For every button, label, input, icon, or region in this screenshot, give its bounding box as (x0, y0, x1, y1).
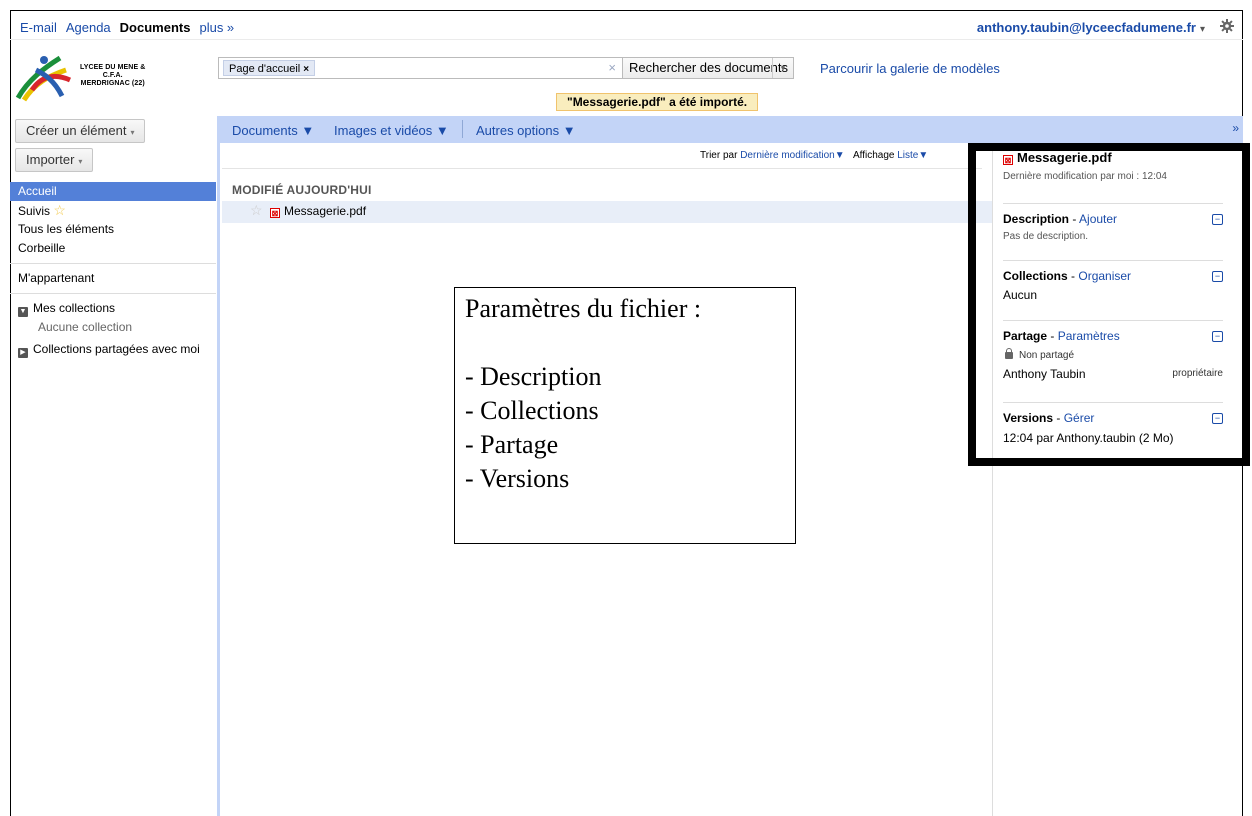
list-divider (222, 168, 982, 169)
table-row[interactable]: ☆ ⊠ Messagerie.pdf (222, 201, 992, 223)
school-logo: LYCEE DU MENE & C.F.A. MERDRIGNAC (22) (14, 50, 184, 104)
logo-text: LYCEE DU MENE & C.F.A. MERDRIGNAC (22) (80, 64, 146, 87)
create-button[interactable]: Créer un élément ▾ (15, 119, 146, 143)
search-filter-chip[interactable]: Page d'accueil × (223, 60, 316, 76)
search-input[interactable]: Page d'accueil × × (218, 57, 623, 79)
pdf-icon: ⊠ (270, 208, 280, 218)
nav-email-link[interactable]: E-mail (20, 20, 57, 35)
sort-by-dropdown[interactable]: Dernière modification▼ (740, 150, 844, 161)
nav-more-link[interactable]: plus » (199, 20, 234, 35)
sidebar-item-shared-collections[interactable]: ▶ Collections partagées avec moi (10, 340, 216, 359)
sidebar-item-trash[interactable]: Corbeille (10, 239, 216, 258)
chevron-down-icon: ▾ (130, 128, 135, 137)
sidebar-divider-bar (217, 116, 220, 816)
sort-bar: Trier par Dernière modification▼ Afficha… (700, 150, 929, 161)
sidebar-item-my-collections[interactable]: ▼ Mes collections (10, 299, 216, 318)
sidebar-nav: Accueil Suivis ☆ Tous les éléments Corbe… (10, 182, 216, 359)
nav-documents-link[interactable]: Documents (120, 20, 191, 35)
account-caret: ▾ (1199, 24, 1205, 35)
sidebar-item-all[interactable]: Tous les éléments (10, 220, 216, 239)
section-heading: MODIFIÉ AUJOURD'HUI (232, 183, 372, 197)
collapse-panel-icon[interactable]: » (1232, 121, 1239, 135)
search-options-chevron-down-icon[interactable]: ▾ (772, 58, 793, 78)
top-nav: E-mail Agenda Documents plus » (20, 20, 243, 35)
template-gallery-link[interactable]: Parcourir la galerie de modèles (820, 61, 1000, 76)
account-menu[interactable]: anthony.taubin@lyceecfadumene.fr ▾ (977, 20, 1205, 35)
file-name-link[interactable]: ⊠ Messagerie.pdf (270, 204, 366, 218)
sidebar-item-owned[interactable]: M'appartenant (10, 269, 216, 288)
search-button[interactable]: Rechercher des documents ▾ (623, 57, 794, 79)
top-bar: E-mail Agenda Documents plus » anthony.t… (10, 10, 1243, 40)
images-videos-menu[interactable]: Images et vidéos ▼ (334, 123, 449, 138)
chevron-down-icon: ▾ (78, 157, 83, 166)
nav-agenda-link[interactable]: Agenda (66, 20, 111, 35)
no-collection-text: Aucune collection (38, 320, 133, 334)
sidebar-item-home[interactable]: Accueil (10, 182, 216, 201)
import-button[interactable]: Importer ▾ (15, 148, 94, 172)
sidebar-item-starred[interactable]: Suivis ☆ (10, 201, 216, 220)
view-mode-dropdown[interactable]: Liste▼ (897, 150, 928, 161)
documents-menu[interactable]: Documents ▼ (232, 123, 314, 138)
details-highlight-box (968, 143, 1250, 466)
annotation-item: - Description (465, 362, 602, 391)
sidebar-divider (10, 263, 216, 264)
logo-graphic-icon (15, 55, 72, 102)
expand-triangle-icon[interactable]: ▶ (18, 348, 28, 358)
chip-close-icon[interactable]: × (303, 64, 309, 75)
other-options-menu[interactable]: Autres options ▼ (476, 123, 576, 138)
main-toolbar: Documents ▼ Images et vidéos ▼ Autres op… (220, 116, 1243, 143)
upload-notification: "Messagerie.pdf" a été importé. (556, 93, 759, 111)
annotation-item: - Collections (465, 396, 599, 425)
collapse-triangle-icon[interactable]: ▼ (18, 307, 28, 317)
search-clear-icon[interactable]: × (608, 60, 616, 75)
annotation-item: - Versions (465, 464, 570, 493)
sidebar-divider (10, 293, 216, 294)
star-icon[interactable]: ☆ (250, 202, 263, 219)
annotation-item: - Partage (465, 430, 559, 459)
gear-icon[interactable] (1220, 19, 1234, 33)
account-email: anthony.taubin@lyceecfadumene.fr (976, 20, 1196, 35)
toolbar-separator (462, 120, 463, 138)
annotation-title: Paramètres du fichier : (465, 294, 702, 323)
star-icon: ☆ (53, 202, 66, 218)
annotation-box: Paramètres du fichier : - Description - … (454, 287, 796, 544)
